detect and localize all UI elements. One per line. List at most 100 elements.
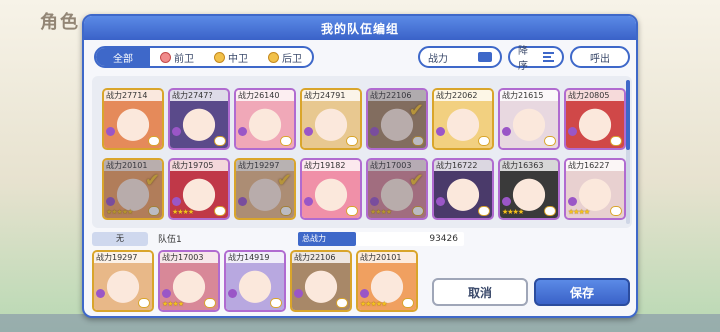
dialog-header: 我的队伍编组: [84, 16, 636, 40]
power-label: 战力2747?: [170, 90, 228, 101]
save-button[interactable]: 保存: [534, 278, 630, 306]
cancel-button[interactable]: 取消: [432, 278, 528, 306]
rank-badge-icon: [214, 206, 226, 216]
middle-position-icon: [214, 51, 225, 63]
team-members: 战力19297 战力17003 ★★★★ 战力14919 战力22106 战力20101 ★…: [92, 250, 418, 312]
window-icon: [478, 52, 492, 62]
role-icon: [96, 289, 105, 298]
role-icon: [304, 197, 313, 206]
rank-badge-icon: [280, 206, 292, 216]
team-tag: 无: [92, 232, 148, 246]
power-label: 战力22106: [292, 252, 350, 263]
sort-order-button[interactable]: 降序: [508, 46, 564, 72]
rank-badge-icon: [610, 206, 622, 216]
roster-character-card[interactable]: 战力17003 ★★★★ ✔: [366, 158, 428, 220]
star-rating: ★★★★★: [106, 208, 133, 216]
tab-front[interactable]: 前卫: [150, 48, 204, 66]
star-rating: ★★★★: [172, 208, 194, 216]
roster-character-card[interactable]: 战力26140: [234, 88, 296, 150]
roster-character-card[interactable]: 战力2747?: [168, 88, 230, 150]
roster-character-card[interactable]: 战力22106 ✔: [366, 88, 428, 150]
team-member-card[interactable]: 战力19297: [92, 250, 154, 312]
front-position-icon: [160, 51, 171, 63]
team-member-card[interactable]: 战力22106: [290, 250, 352, 312]
character-portrait: [236, 160, 294, 218]
role-icon: [370, 127, 379, 136]
star-rating: ★★★★: [370, 208, 392, 216]
star-rating: ★★★★: [502, 208, 524, 216]
dialog-title: 我的队伍编组: [320, 21, 399, 36]
checkmark-icon: ✔: [408, 100, 424, 121]
role-icon: [162, 289, 171, 298]
power-filter-label: 战力: [428, 53, 448, 65]
roster-character-card[interactable]: 战力16722: [432, 158, 494, 220]
power-filter-button[interactable]: 战力: [418, 46, 502, 68]
roster-character-card[interactable]: 战力20805: [564, 88, 626, 150]
power-label: 战力20805: [566, 90, 624, 101]
role-icon: [568, 197, 577, 206]
role-icon: [436, 197, 445, 206]
rank-badge-icon: [478, 136, 490, 146]
team-member-card[interactable]: 战力17003 ★★★★: [158, 250, 220, 312]
power-label: 战力16227: [566, 160, 624, 171]
tab-middle[interactable]: 中卫: [204, 48, 258, 66]
power-label: 战力24791: [302, 90, 360, 101]
tab-front-label: 前卫: [174, 53, 194, 65]
call-button[interactable]: 呼出: [570, 46, 630, 68]
roster-character-card[interactable]: 战力21615: [498, 88, 560, 150]
team-member-card[interactable]: 战力20101 ★★★★★: [356, 250, 418, 312]
roster-character-card[interactable]: 战力22062: [432, 88, 494, 150]
team-name: 队伍1: [158, 235, 182, 245]
roster-character-card[interactable]: 战力16227 ★★★★: [564, 158, 626, 220]
checkmark-icon: ✔: [408, 170, 424, 191]
scrollbar-thumb[interactable]: [626, 80, 630, 150]
role-icon: [238, 127, 247, 136]
power-label: 战力22106: [368, 90, 426, 101]
power-label: 战力27714: [104, 90, 162, 101]
roster-character-card[interactable]: 战力19297 ✔: [234, 158, 296, 220]
role-icon: [228, 289, 237, 298]
roster-character-card[interactable]: 战力27714: [102, 88, 164, 150]
rank-badge-icon: [544, 206, 556, 216]
tab-all[interactable]: 全部: [96, 48, 150, 66]
rank-badge-icon: [148, 136, 160, 146]
roster-scrollbar[interactable]: [626, 80, 630, 224]
power-label: 战力14919: [226, 252, 284, 263]
roster-character-card[interactable]: 战力19705 ★★★★: [168, 158, 230, 220]
rank-badge-icon: [412, 136, 424, 146]
role-icon: [238, 197, 247, 206]
checkmark-icon: ✔: [276, 170, 292, 191]
total-power-value: 93426: [356, 232, 464, 246]
role-icon: [502, 197, 511, 206]
team-panel: 无 队伍1 总战力 93426 战力19297 战力17003 ★★★★ 战力1491…: [92, 230, 632, 314]
rank-badge-icon: [336, 298, 348, 308]
roster-character-card[interactable]: 战力20101 ★★★★★ ✔: [102, 158, 164, 220]
back-position-icon: [268, 51, 279, 63]
sort-lines-icon: [542, 52, 554, 62]
rank-badge-icon: [138, 298, 150, 308]
role-icon: [106, 127, 115, 136]
role-icon: [436, 127, 445, 136]
rank-badge-icon: [270, 298, 282, 308]
role-icon: [370, 197, 379, 206]
tab-back-label: 后卫: [282, 53, 302, 65]
power-label: 战力19297: [236, 160, 294, 171]
power-label: 战力22062: [434, 90, 492, 101]
power-label: 战力16722: [434, 160, 492, 171]
power-label: 战力19297: [94, 252, 152, 263]
power-label: 战力16363: [500, 160, 558, 171]
background-title: 角色: [40, 12, 80, 33]
roster-character-card[interactable]: 战力24791: [300, 88, 362, 150]
rank-badge-icon: [148, 206, 160, 216]
tab-back[interactable]: 后卫: [258, 48, 312, 66]
role-icon: [172, 197, 181, 206]
total-power-label: 总战力: [298, 232, 356, 246]
roster-character-card[interactable]: 战力16363 ★★★★: [498, 158, 560, 220]
role-icon: [304, 127, 313, 136]
character-portrait: [104, 160, 162, 218]
star-rating: ★★★★: [162, 300, 184, 308]
power-label: 战力19705: [170, 160, 228, 171]
team-member-card[interactable]: 战力14919: [224, 250, 286, 312]
roster-character-card[interactable]: 战力19182: [300, 158, 362, 220]
rank-badge-icon: [214, 136, 226, 146]
